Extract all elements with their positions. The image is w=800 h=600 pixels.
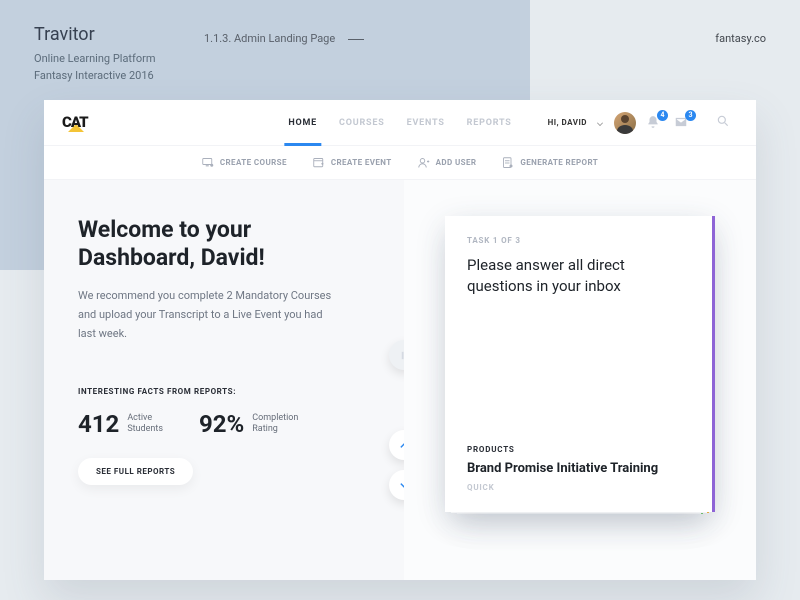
notifications-button[interactable]: 4 xyxy=(646,114,664,132)
stat-label: Completion Rating xyxy=(252,413,298,436)
task-card-stack: TASK 1 OF 3 Please answer all direct que… xyxy=(445,216,715,516)
quick-label: CREATE COURSE xyxy=(220,158,287,167)
breadcrumb: 1.1.3. Admin Landing Page xyxy=(204,32,364,45)
quick-actions-bar: CREATE COURSE CREATE EVENT ADD USER GENE… xyxy=(44,146,756,180)
main-nav: HOME COURSES EVENTS REPORTS xyxy=(288,100,511,145)
breadcrumb-dash xyxy=(348,39,364,40)
topbar-right: HI, DAVID 4 3 xyxy=(548,108,738,138)
stat-value: 92% xyxy=(199,410,244,438)
topbar: CAT HOME COURSES EVENTS REPORTS HI, DAVI… xyxy=(44,100,756,146)
nav-events[interactable]: EVENTS xyxy=(407,100,445,145)
breadcrumb-label: 1.1.3. Admin Landing Page xyxy=(204,32,335,45)
welcome-title-line1: Welcome to your xyxy=(78,216,251,243)
facts-label: INTERESTING FACTS FROM REPORTS: xyxy=(78,387,370,396)
report-icon xyxy=(502,157,514,169)
nav-courses[interactable]: COURSES xyxy=(339,100,385,145)
monitor-icon xyxy=(202,157,214,169)
task-counter: TASK 1 OF 3 xyxy=(467,236,690,245)
quick-generate-report[interactable]: GENERATE REPORT xyxy=(502,157,598,169)
task-item-title: Brand Promise Initiative Training xyxy=(467,460,690,478)
page-subtitle: Online Learning Platform Fantasy Interac… xyxy=(34,51,766,84)
task-bottom-section: PRODUCTS Brand Promise Initiative Traini… xyxy=(467,445,690,492)
stat-value: 412 xyxy=(78,410,119,438)
quick-label: GENERATE REPORT xyxy=(520,158,598,167)
nav-reports[interactable]: REPORTS xyxy=(467,100,512,145)
calendar-icon xyxy=(313,157,325,169)
stat-completion-rating: 92% Completion Rating xyxy=(199,410,298,438)
welcome-title: Welcome to your Dashboard, David! xyxy=(78,216,370,271)
user-plus-icon xyxy=(418,157,430,169)
welcome-pane: Welcome to your Dashboard, David! We rec… xyxy=(44,180,404,580)
notifications-badge: 4 xyxy=(657,110,668,121)
quick-label: CREATE EVENT xyxy=(331,158,392,167)
stats-row: 412 Active Students 92% Completion Ratin… xyxy=(78,410,370,438)
logo-text: CAT xyxy=(62,113,88,131)
inbox-badge: 3 xyxy=(685,110,696,121)
nav-home[interactable]: HOME xyxy=(288,100,317,145)
quick-add-user[interactable]: ADD USER xyxy=(418,157,477,169)
task-section-label: PRODUCTS xyxy=(467,445,690,454)
quick-label: ADD USER xyxy=(436,158,477,167)
page-credit: fantasy.co xyxy=(715,32,766,45)
welcome-description: We recommend you complete 2 Mandatory Co… xyxy=(78,287,338,343)
logo[interactable]: CAT xyxy=(62,112,98,134)
page-subtitle-line1: Online Learning Platform xyxy=(34,52,156,65)
stat-label: Active Students xyxy=(127,413,163,436)
page-brand: Travitor xyxy=(34,24,766,45)
app-window: CAT HOME COURSES EVENTS REPORTS HI, DAVI… xyxy=(44,100,756,580)
avatar[interactable] xyxy=(614,112,636,134)
search-icon xyxy=(716,113,730,132)
user-greeting: HI, DAVID xyxy=(548,118,587,127)
quick-create-event[interactable]: CREATE EVENT xyxy=(313,157,392,169)
task-card-1[interactable]: TASK 1 OF 3 Please answer all direct que… xyxy=(445,216,715,512)
welcome-title-line2: Dashboard, David! xyxy=(78,244,265,271)
page-subtitle-line2: Fantasy Interactive 2016 xyxy=(34,69,154,82)
tasks-pane: TASK 1 OF 3 Please answer all direct que… xyxy=(404,180,756,580)
chevron-down-icon[interactable] xyxy=(597,120,604,125)
search-button[interactable] xyxy=(708,108,738,138)
task-item-subtitle: QUICK xyxy=(467,483,690,492)
task-title: Please answer all direct questions in yo… xyxy=(467,255,690,297)
page-meta-header: Travitor Online Learning Platform Fantas… xyxy=(34,24,766,84)
inbox-button[interactable]: 3 xyxy=(674,114,692,132)
see-reports-button[interactable]: SEE FULL REPORTS xyxy=(78,458,193,485)
app-body: Welcome to your Dashboard, David! We rec… xyxy=(44,180,756,580)
quick-create-course[interactable]: CREATE COURSE xyxy=(202,157,287,169)
stat-active-students: 412 Active Students xyxy=(78,410,163,438)
